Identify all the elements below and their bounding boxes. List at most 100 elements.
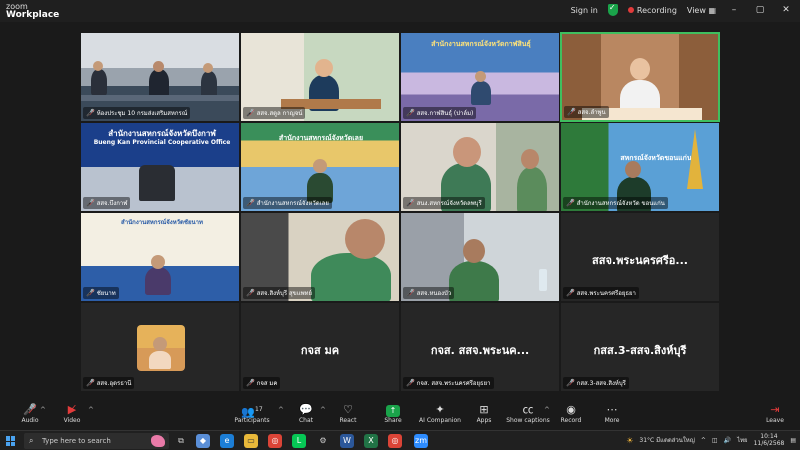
recording-dot-icon [627,6,634,13]
meeting-toolbar: 🎤̸ Audio ^ ▶̸ Video ^ 👥17 Participants ^… [0,400,800,430]
mic-muted-icon: 🎤̸ [406,199,415,207]
word-icon[interactable]: W [340,434,354,448]
signin-link[interactable]: Sign in [571,6,598,15]
logo-line2: Workplace [6,10,60,20]
mic-muted-icon: 🎤̸ [86,379,95,387]
video-tile[interactable]: 🎤̸ สสจ.หนองบัว [400,212,560,302]
mic-muted-icon: 🎤̸ [246,199,255,207]
apps-label: Apps [476,417,492,424]
video-tile[interactable]: สำนักงานสหกรณ์จังหวัดบึงกาฬ Bueng Kan Pr… [80,122,240,212]
leave-label: Leave [766,417,784,424]
participants-count: 17 [255,406,263,413]
network-icon[interactable]: ◫ [712,437,718,444]
windows-taskbar: ⌕ Type here to search ⧉ ◆ e ▭ ◎ L ⚙ W X … [0,430,800,450]
mic-muted-icon: 🎤̸ [246,379,255,387]
task-view-icon[interactable]: ⧉ [174,434,188,448]
tile-label: 🎤̸ สสจ.ลำพูน [564,106,609,118]
tile-label: 🎤̸ สำนักงานสหกรณ์จังหวัดเลย [243,197,332,209]
leave-button[interactable]: ⇥ Leave [745,402,800,424]
encryption-shield-icon[interactable] [607,3,618,16]
participant-name: สสจ.พระนครศรีอ... [592,254,688,267]
windows-start-icon[interactable] [6,436,16,446]
video-tile[interactable]: สำนักงานสหกรณ์จังหวัดเลย 🎤̸ สำนักงานสหกรณ… [240,122,400,212]
video-tile[interactable]: สหกรณ์จังหวัดขอนแก่น 🎤̸ สำนักงานสหกรณ์จัง… [560,122,720,212]
tile-label: 🎤̸ สสจ.อุดรธานี [83,377,135,389]
participant-name: กสส.3-สสจ.สิงห์บุรี [593,344,687,357]
video-options-caret-icon[interactable]: ^ [88,406,94,414]
audio-label: Audio [21,417,39,424]
edge-icon[interactable]: e [220,434,234,448]
maximize-button[interactable]: ▢ [752,5,768,15]
tile-label: 🎤̸ ห้องประชุม 10 กรมส่งเสริมสหกรณ์ [83,107,191,119]
tile-label: 🎤̸ กจส มค [243,377,281,389]
tile-label: 🎤̸ กจส. สสจ.พระนครศรีอยุธยา [403,377,494,389]
video-tile-off[interactable]: สสจ.พระนครศรีอ... 🎤̸ สสจ.พระนครศรีอยุธยา [560,212,720,302]
participant-name: กจส. สสจ.พระนค... [430,344,530,357]
weather-text[interactable]: 31°C มีแดดส่วนใหญ่ [639,435,694,445]
tile-label: 🎤̸ กสส.3-สสจ.สิงห์บุรี [563,377,629,389]
search-placeholder: Type here to search [42,437,111,445]
excel-icon[interactable]: X [364,434,378,448]
tile-label: 🎤̸ สสจ.หนองบัว [403,287,455,299]
mic-muted-icon: 🎤̸ [406,289,415,297]
clock[interactable]: 10:14 11/6/2568 [754,433,785,447]
mic-muted-icon: 🎤̸ [406,379,415,387]
video-tile[interactable]: 🎤̸ สนง.สหกรณ์จังหวัดลพบุรี [400,122,560,212]
avatar [137,325,185,371]
mic-muted-icon: 🎤̸ [406,109,415,117]
title-bar: zoom Workplace Sign in Recording View ▦ … [0,0,800,22]
taskbar-search-input[interactable]: ⌕ Type here to search [24,433,169,449]
recording-label: Recording [636,5,677,15]
volume-icon[interactable]: 🔊 [724,437,731,444]
clock-date: 11/6/2568 [753,440,785,447]
video-tile[interactable]: สำนักงานสหกรณ์จังหวัดชัยนาท 🎤̸ ชัยนาท [80,212,240,302]
chrome-icon[interactable]: ◎ [268,434,282,448]
system-tray: ☀ 31°C มีแดดส่วนใหญ่ ^ ◫ 🔊 ไทย 10:14 11/… [626,433,796,447]
mic-muted-icon: 🎤̸ [246,289,255,297]
video-tile-active-speaker[interactable]: 🎤̸ สสจ.ลำพูน [560,32,720,122]
view-button[interactable]: View ▦ [687,6,716,15]
mic-muted-icon: 🎤̸ [86,109,95,117]
participants-button[interactable]: 👥17 Participants [222,402,282,424]
file-explorer-icon[interactable]: ▭ [244,434,258,448]
video-tile-off[interactable]: 🎤̸ สสจ.อุดรธานี [80,302,240,392]
chat-label: Chat [298,417,314,424]
notification-icon[interactable]: ▤ [790,437,796,444]
tray-overflow-icon[interactable]: ^ [701,437,706,444]
share-label: Share [384,417,402,424]
tile-label: 🎤̸ สสจ.กาฬสินธุ์ (ปาล์ม) [403,107,477,119]
zoom-taskbar-icon[interactable]: zm [414,434,428,448]
copilot-icon[interactable]: ◆ [196,434,210,448]
video-tile[interactable]: สำนักงานสหกรณ์จังหวัดกาฬสินธุ์ 🎤̸ สสจ.กาฬ… [400,32,560,122]
mic-muted-icon: 🎤̸ [86,199,95,207]
mic-muted-icon: 🎤̸ [566,379,575,387]
line-icon[interactable]: L [292,434,306,448]
more-label: More [604,417,620,424]
flamingo-icon [151,435,165,447]
settings-icon[interactable]: ⚙ [316,434,330,448]
tile-label: 🎤̸ สสจ.สิงห์บุรี สุขแพทย์ [243,287,316,299]
tile-label: 🎤̸ สสจ.พระนครศรีอยุธยา [563,287,639,299]
video-tile[interactable]: 🎤̸ ห้องประชุม 10 กรมส่งเสริมสหกรณ์ [80,32,240,122]
close-window-button[interactable]: ✕ [778,5,794,15]
chrome-icon-2[interactable]: ◎ [388,434,402,448]
mic-muted-icon: 🎤̸ [86,289,95,297]
input-language[interactable]: ไทย [737,435,748,445]
video-grid: 🎤̸ ห้องประชุม 10 กรมส่งเสริมสหกรณ์ 🎤̸ สสจ.… [80,32,720,392]
mic-muted-icon: 🎤̸ [566,289,575,297]
clock-time: 10:14 [760,433,778,440]
minimize-button[interactable]: – [726,5,742,15]
participant-name: กจส มค [300,344,340,357]
video-label: Video [63,417,81,424]
video-tile-off[interactable]: กจส. สสจ.พระนค... 🎤̸ กจส. สสจ.พระนครศรีอย… [400,302,560,392]
zoom-logo: zoom Workplace [6,2,59,20]
recording-indicator[interactable]: Recording [627,5,677,15]
weather-icon: ☀ [626,435,634,445]
react-label: React [339,417,357,424]
video-tile[interactable]: 🎤̸ สสจ.สตูล กาญจน์ [240,32,400,122]
video-tile-off[interactable]: กสส.3-สสจ.สิงห์บุรี 🎤̸ กสส.3-สสจ.สิงห์บุร… [560,302,720,392]
video-tile[interactable]: 🎤̸ สสจ.สิงห์บุรี สุขแพทย์ [240,212,400,302]
video-tile-off[interactable]: กจส มค 🎤̸ กจส มค [240,302,400,392]
more-button[interactable]: ⋯ More [582,402,642,424]
more-icon: ⋯ [606,403,618,416]
